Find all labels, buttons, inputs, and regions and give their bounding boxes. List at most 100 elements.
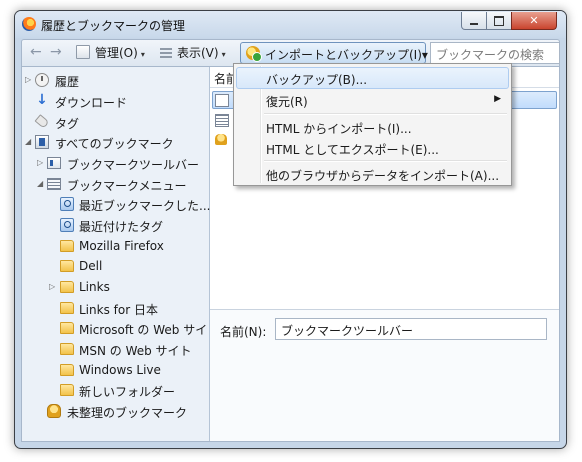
history-icon (35, 73, 49, 87)
expand-arrow-icon[interactable]: ▷ (25, 75, 31, 84)
tree-item-label: タグ (55, 117, 80, 131)
bookmarks-menu-icon (47, 178, 61, 190)
firefox-icon (22, 17, 36, 31)
minimize-icon (470, 22, 478, 25)
tree-item-downloads[interactable]: ↓ ダウンロード (22, 91, 209, 111)
import-backup-menu-button[interactable]: インポートとバックアップ(I)▾ (240, 42, 428, 64)
folder-icon (60, 260, 74, 272)
tree-item-label: MSN の Web サイト (79, 344, 192, 358)
folder-icon (60, 343, 74, 355)
menu-item-import-html[interactable]: HTML からインポート(I)... (236, 116, 509, 138)
menu-item-label: 復元(R) (266, 95, 308, 109)
import-backup-icon (246, 46, 262, 62)
folder-icon (60, 240, 74, 252)
view-icon (160, 48, 172, 58)
folder-icon (60, 322, 74, 334)
import-backup-dropdown-menu: バックアップ(B)... 復元(R) ▶ HTML からインポート(I)... … (233, 63, 512, 186)
tree-item-label: すべてのブックマーク (55, 137, 174, 151)
toolbar: ← → 管理(O) ▾ 表示(V) ▾ インポートとバックアップ(I)▾ ブックマー… (21, 39, 560, 66)
unsorted-bookmarks-icon (215, 134, 227, 145)
collapse-arrow-icon[interactable]: ◢ (25, 137, 31, 146)
tree-item-tags[interactable]: タグ (22, 112, 209, 132)
name-field[interactable]: ブックマークツールバー (275, 318, 547, 340)
tree-item-folder[interactable]: MSN の Web サイト (22, 339, 209, 359)
import-backup-label: インポートとバックアップ(I) (265, 48, 422, 62)
maximize-icon (494, 15, 504, 26)
unsorted-bookmarks-icon (47, 404, 61, 418)
collapse-arrow-icon[interactable]: ◢ (37, 179, 43, 188)
tree-item-folder[interactable]: Mozilla Firefox (22, 236, 209, 256)
smart-folder-icon (60, 218, 74, 232)
tree-item-unsorted-bookmarks[interactable]: 未整理のブックマーク (22, 401, 209, 421)
organize-icon (76, 45, 90, 59)
tree-item-label: Mozilla Firefox (79, 239, 164, 253)
bookmarks-toolbar-icon (47, 157, 61, 169)
organize-label: 管理(O) (95, 46, 138, 60)
menu-item-label: HTML としてエクスポート(E)... (266, 143, 439, 157)
download-icon: ↓ (36, 92, 48, 108)
places-tree[interactable]: ▷ 履歴 ↓ ダウンロード タグ ◢ すべてのブックマーク ▷ ブックマークツー… (22, 67, 210, 441)
tag-icon (34, 114, 50, 129)
menu-item-label: 他のブラウザからデータをインポート(A)... (266, 169, 500, 183)
menu-separator (264, 160, 507, 162)
submenu-arrow-icon: ▶ (494, 94, 501, 104)
window-title: 履歴とブックマークの管理 (41, 19, 186, 33)
tree-item-label: ブックマークツールバー (67, 158, 200, 172)
organize-menu-button[interactable]: 管理(O) ▾ (76, 44, 145, 61)
view-label: 表示(V) (177, 46, 219, 60)
close-icon: ✕ (529, 14, 539, 27)
bookmarks-menu-icon (215, 114, 229, 127)
tree-item-recent-tags[interactable]: 最近付けたタグ (22, 215, 209, 235)
folder-icon (60, 364, 74, 376)
smart-folder-icon (60, 197, 74, 211)
tree-item-all-bookmarks[interactable]: ◢ すべてのブックマーク (22, 132, 209, 152)
tree-item-label: 最近ブックマークした... (79, 199, 211, 213)
tree-item-folder[interactable]: Microsoft の Web サイト (22, 318, 209, 338)
forward-arrow-icon[interactable]: → (50, 44, 62, 60)
name-field-label: 名前(N): (220, 325, 267, 339)
menu-item-backup[interactable]: バックアップ(B)... (236, 67, 509, 89)
menu-item-label: バックアップ(B)... (266, 73, 368, 87)
tree-item-label: Links (79, 280, 110, 294)
tree-item-folder[interactable]: ▷ Links (22, 277, 209, 297)
menu-item-export-html[interactable]: HTML としてエクスポート(E)... (236, 137, 509, 159)
title-bar[interactable]: 履歴とブックマークの管理 ✕ (15, 11, 566, 38)
maximize-button[interactable] (486, 12, 512, 30)
bookmarks-toolbar-icon (215, 94, 229, 107)
tree-item-label: Windows Live (79, 363, 161, 377)
menu-item-restore[interactable]: 復元(R) ▶ (236, 89, 509, 111)
tree-item-folder[interactable]: 新しいフォルダー (22, 380, 209, 400)
tree-item-label: Links for 日本 (79, 303, 158, 317)
all-bookmarks-icon (35, 135, 49, 149)
close-button[interactable]: ✕ (511, 12, 557, 30)
chevron-down-icon: ▾ (221, 50, 226, 59)
tree-item-label: Dell (79, 259, 103, 273)
expand-arrow-icon[interactable]: ▷ (37, 158, 43, 167)
chevron-down-icon: ▾ (421, 48, 428, 62)
back-arrow-icon[interactable]: ← (30, 44, 42, 60)
tree-item-label: 未整理のブックマーク (67, 406, 188, 420)
folder-icon (60, 384, 74, 396)
folder-icon (60, 281, 74, 293)
bookmark-search-input[interactable]: ブックマークの検索 (430, 42, 560, 64)
tree-item-label: ブックマークメニュー (67, 179, 187, 193)
tree-item-folder[interactable]: Windows Live (22, 360, 209, 380)
tree-item-folder[interactable]: Links for 日本 (22, 298, 209, 318)
tree-item-bookmarks-toolbar[interactable]: ▷ ブックマークツールバー (22, 153, 209, 173)
tree-item-folder[interactable]: Dell (22, 256, 209, 276)
view-menu-button[interactable]: 表示(V) ▾ (160, 44, 226, 61)
menu-item-import-other-browser[interactable]: 他のブラウザからデータをインポート(A)... (236, 163, 509, 185)
minimize-button[interactable] (461, 12, 487, 30)
details-pane: 名前(N): ブックマークツールバー (210, 309, 559, 441)
tree-item-label: 新しいフォルダー (79, 385, 176, 399)
tree-item-label: 履歴 (55, 75, 80, 89)
tree-item-label: 最近付けたタグ (79, 220, 164, 234)
menu-item-label: HTML からインポート(I)... (266, 122, 412, 136)
tree-item-recently-bookmarked[interactable]: 最近ブックマークした... (22, 194, 211, 214)
expand-arrow-icon[interactable]: ▷ (49, 282, 55, 291)
tree-item-bookmarks-menu[interactable]: ◢ ブックマークメニュー (22, 174, 209, 194)
tree-item-label: Microsoft の Web サイト (79, 323, 209, 337)
folder-icon (60, 302, 74, 314)
tree-item-history[interactable]: ▷ 履歴 (22, 70, 209, 90)
tree-item-label: ダウンロード (55, 96, 128, 110)
